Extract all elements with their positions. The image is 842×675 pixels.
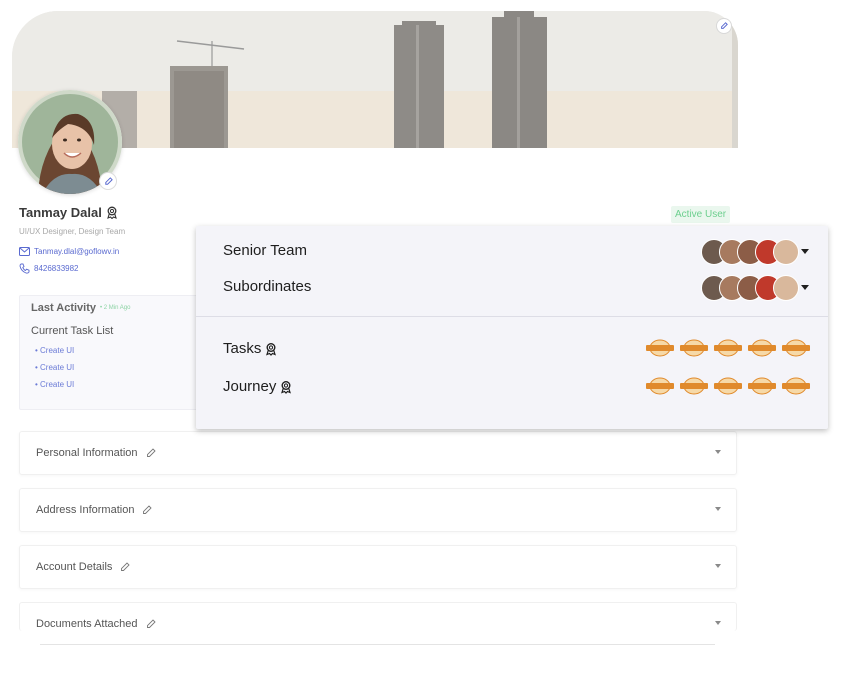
activity-title-row: Last Activity • 2 Min Ago [31, 302, 130, 314]
journey-label: Journey [223, 378, 292, 395]
activity-time: • 2 Min Ago [100, 305, 131, 311]
user-email-row[interactable]: Tanmay.dlal@goflowv.in [19, 247, 119, 256]
mail-icon [19, 247, 30, 256]
pencil-icon [721, 22, 728, 29]
section-label: Documents Attached [36, 618, 138, 630]
user-name-row: Tanmay Dalal [19, 205, 118, 220]
chevron-down-icon[interactable] [715, 564, 721, 568]
award-icon [266, 342, 277, 356]
user-phone-row[interactable]: 8426833982 [19, 263, 79, 274]
pencil-icon[interactable] [146, 619, 156, 629]
activity-title: Last Activity [31, 302, 97, 314]
task-item[interactable]: Create UI [35, 363, 74, 372]
badge-icon [646, 377, 674, 395]
senior-team-label: Senior Team [223, 242, 307, 259]
section-documents-attached[interactable]: Documents Attached [19, 602, 737, 631]
chevron-down-icon[interactable] [801, 285, 809, 290]
badge-icon [714, 339, 742, 357]
chevron-down-icon[interactable] [801, 249, 809, 254]
task-list-title: Current Task List [31, 325, 114, 337]
pencil-icon[interactable] [142, 505, 153, 515]
journey-text: Journey [223, 378, 277, 395]
pencil-icon[interactable] [120, 562, 131, 572]
badge-icon [646, 339, 674, 357]
badge-icon [680, 377, 708, 395]
pencil-icon[interactable] [146, 448, 156, 458]
senior-team-text: Senior Team [223, 242, 307, 259]
subordinates-label: Subordinates [223, 278, 311, 295]
tasks-badges [646, 339, 810, 357]
section-label: Account Details [36, 561, 113, 573]
subordinates-text: Subordinates [223, 278, 312, 295]
badge-icon [782, 339, 810, 357]
section-label: Personal Information [36, 447, 138, 459]
team-avatar[interactable] [773, 239, 799, 265]
task-item[interactable]: Create UI [35, 380, 74, 389]
chevron-down-icon[interactable] [715, 621, 721, 625]
user-name: Tanmay Dalal [19, 205, 102, 220]
phone-icon [19, 263, 30, 274]
section-account-details[interactable]: Account Details [19, 545, 737, 589]
badge-icon [748, 339, 776, 357]
section-label-row: Documents Attached [36, 618, 156, 630]
award-icon [281, 380, 292, 394]
task-item[interactable]: Create UI [35, 346, 74, 355]
avatar-edit-button[interactable] [99, 172, 117, 190]
pencil-icon [104, 176, 113, 185]
badge-icon [782, 377, 810, 395]
section-label-row: Address Information [36, 504, 153, 516]
badge-icon [748, 377, 776, 395]
tasks-text: Tasks [223, 340, 262, 357]
section-label-row: Personal Information [36, 447, 156, 459]
user-email[interactable]: Tanmay.dlal@goflowv.in [34, 247, 119, 256]
team-avatar[interactable] [773, 275, 799, 301]
popup-divider [196, 316, 828, 317]
tasks-label: Tasks [223, 340, 277, 357]
chevron-down-icon[interactable] [715, 450, 721, 454]
cover-image [12, 11, 738, 148]
divider [40, 644, 715, 645]
cover-edit-button[interactable] [716, 18, 732, 34]
section-label: Address Information [36, 504, 135, 516]
section-address-information[interactable]: Address Information [19, 488, 737, 532]
section-label-row: Account Details [36, 561, 131, 573]
user-role: UI/UX Designer, Design Team [19, 227, 126, 236]
badge-icon [680, 339, 708, 357]
senior-team-avatars[interactable] [701, 239, 799, 265]
chevron-down-icon[interactable] [715, 507, 721, 511]
badge-icon [714, 377, 742, 395]
journey-badges [646, 377, 810, 395]
user-phone[interactable]: 8426833982 [34, 264, 79, 273]
subordinates-avatars[interactable] [701, 275, 799, 301]
section-personal-information[interactable]: Personal Information [19, 431, 737, 475]
award-icon [107, 206, 117, 219]
status-badge: Active User [671, 206, 731, 223]
